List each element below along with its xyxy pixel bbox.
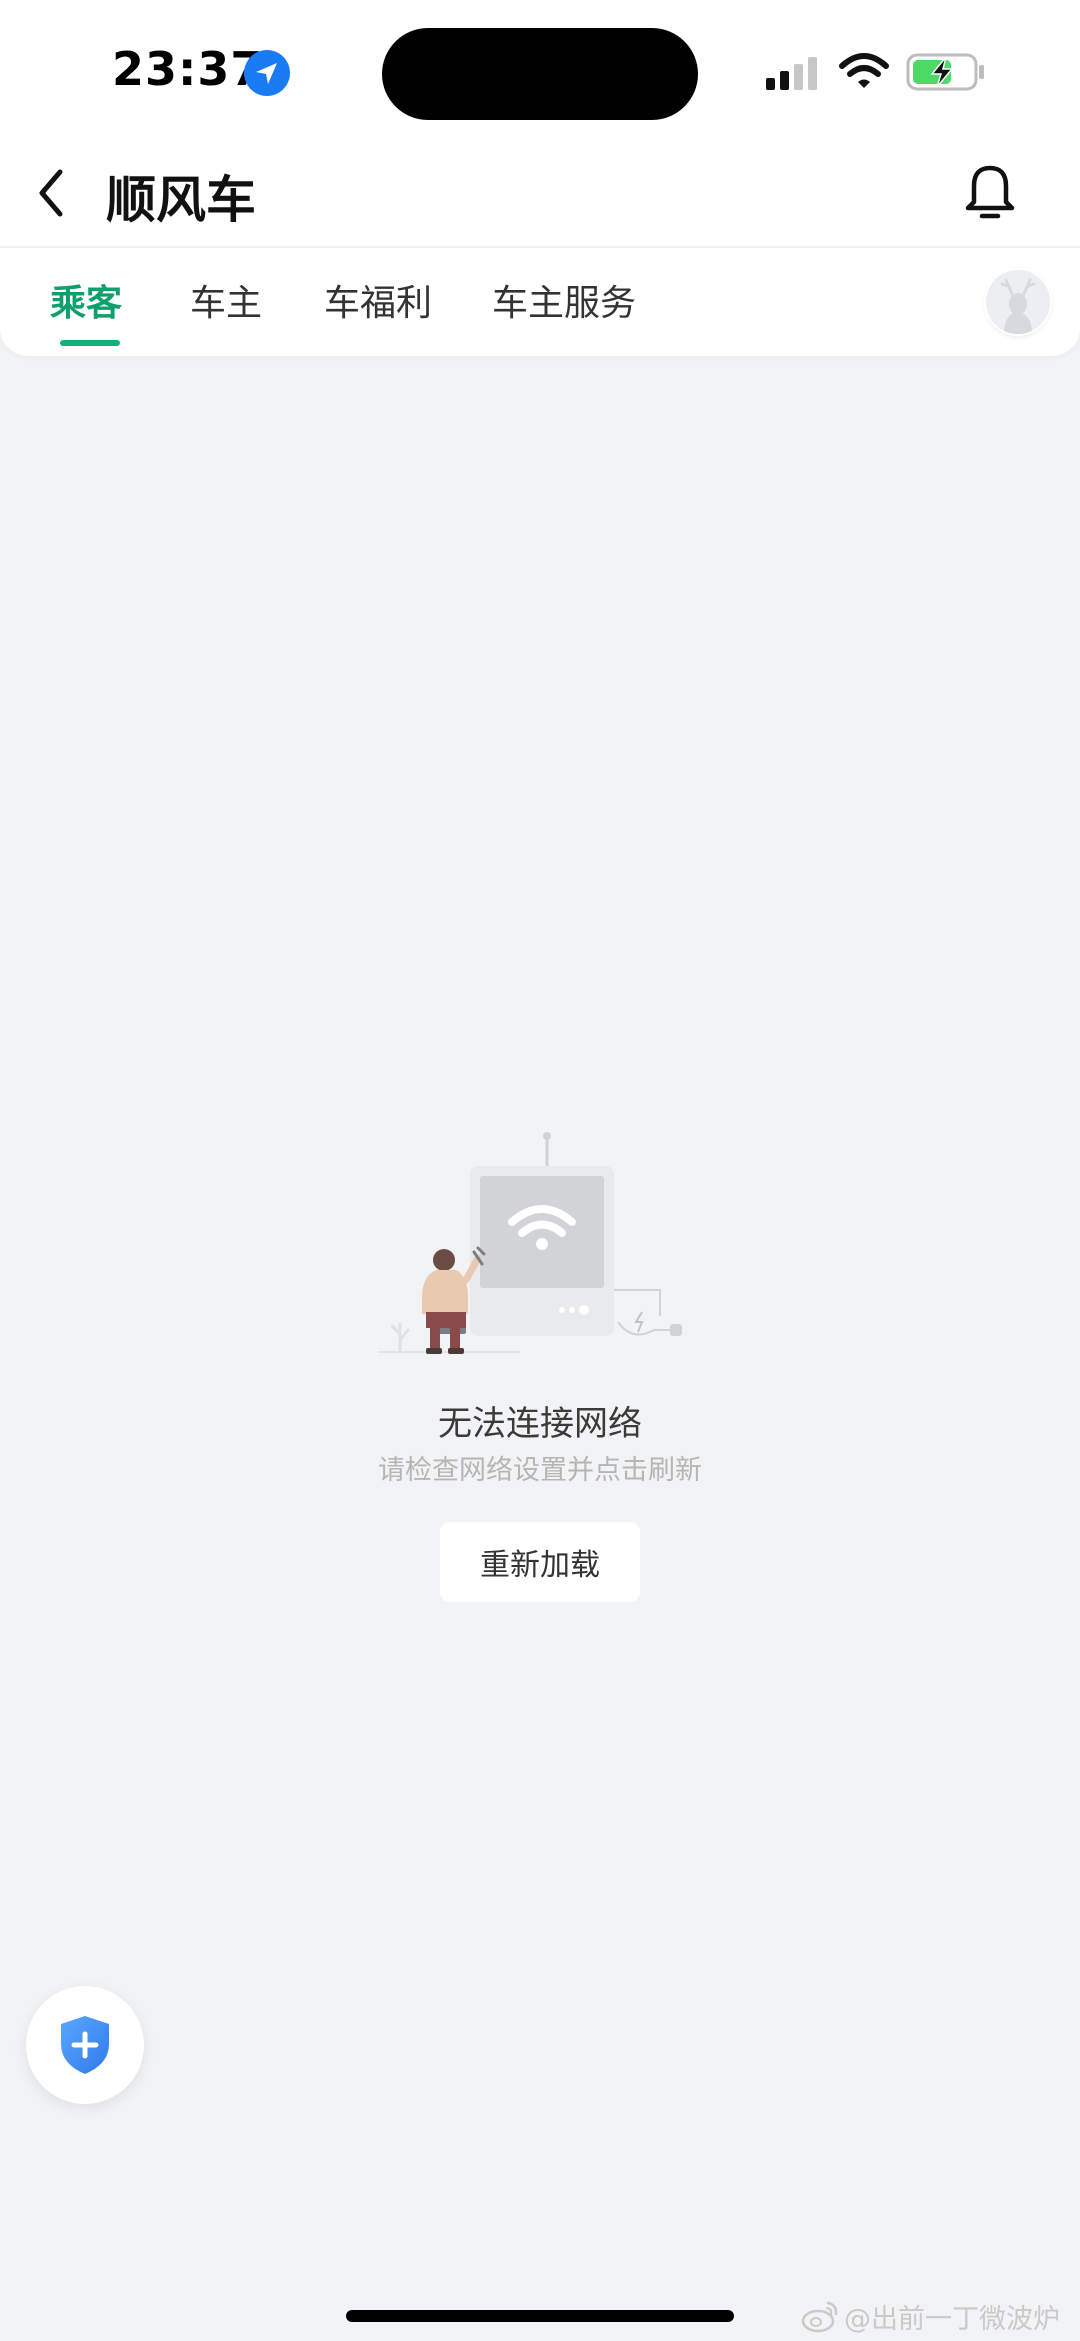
header: 顺风车 [0,140,1080,248]
location-arrow-icon [244,50,290,96]
watermark-text: @出前一丁微波炉 [844,2303,1060,2335]
deer-avatar-icon [986,270,1050,334]
wifi-icon [839,53,889,88]
error-subtitle: 请检查网络设置并点击刷新 [378,1455,702,1486]
battery-charging-icon [906,53,984,91]
error-title: 无法连接网络 [438,1404,642,1444]
network-repair-illustration [378,1132,682,1354]
weibo-icon [801,2301,838,2333]
active-tab-indicator [60,340,120,346]
back-chevron-icon[interactable] [30,164,74,222]
tab-driver-benefits[interactable]: 车福利 [324,274,432,326]
dynamic-island [382,28,698,120]
watermark: @出前一丁微波炉 [800,2296,1076,2336]
page-title: 顺风车 [106,171,256,229]
avatar[interactable] [986,270,1050,334]
shield-plus-icon [61,2016,109,2074]
reload-button[interactable]: 重新加载 [440,1522,640,1602]
status-bar: 23:37 [0,0,1080,140]
home-indicator [346,2310,734,2322]
tab-passenger[interactable]: 乘客 [50,274,122,326]
tab-driver[interactable]: 车主 [190,274,262,326]
tab-driver-services[interactable]: 车主服务 [492,274,636,326]
status-time: 23:37 [112,42,264,96]
cellular-signal-icon [766,57,817,90]
safety-center-button[interactable] [26,1986,144,2104]
top-area: 23:37 顺风车 乘客 车主 车福利 车主服务 [0,0,1080,356]
bell-icon[interactable] [962,162,1018,224]
tab-bar: 乘客 车主 车福利 车主服务 [0,248,1080,356]
